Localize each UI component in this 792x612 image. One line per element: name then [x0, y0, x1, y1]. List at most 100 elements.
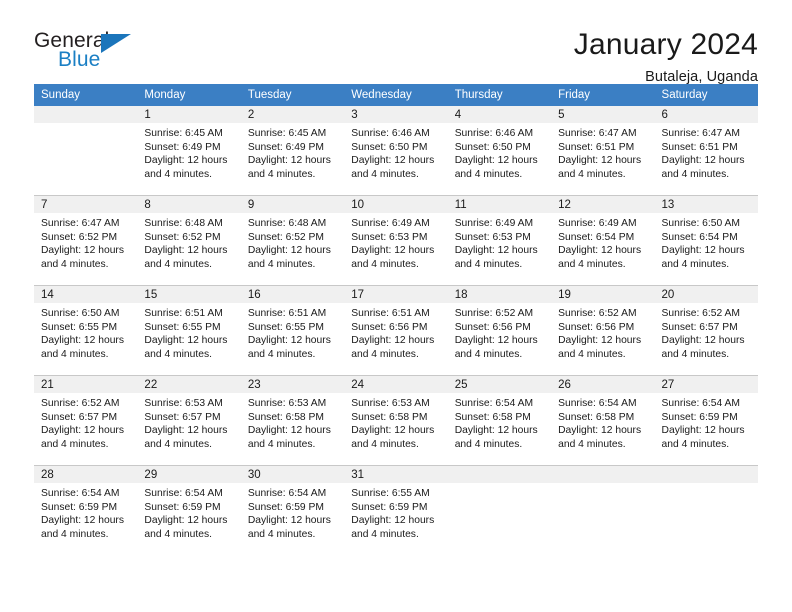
- sunrise-time: Sunrise: 6:55 AM: [351, 488, 430, 499]
- sunset-time: Sunset: 6:49 PM: [247, 141, 324, 153]
- calendar-day-cell[interactable]: 19 Sunrise: 6:52 AM Sunset: 6:56 PM Dayligh…: [551, 285, 655, 376]
- daylight-duration-line1: Daylight: 12 hours: [454, 155, 538, 167]
- calendar-day-cell[interactable]: 4 Sunrise: 6:46 AM Sunset: 6:50 PM Daylight…: [447, 106, 552, 196]
- calendar-day-cell[interactable]: 23 Sunrise: 6:53 AM Sunset: 6:58 PM Dayligh…: [240, 375, 345, 466]
- day-number: 28: [34, 466, 138, 483]
- calendar-day-cell[interactable]: 12 Sunrise: 6:49 AM Sunset: 6:54 PM Dayligh…: [551, 195, 655, 286]
- sunrise-time: Sunrise: 6:49 AM: [351, 218, 430, 229]
- calendar-day-cell[interactable]: 2 Sunrise: 6:45 AM Sunset: 6:49 PM Daylight…: [240, 106, 345, 196]
- day-details: Sunrise: 6:54 AM Sunset: 6:58 PM Daylight:…: [551, 393, 654, 451]
- calendar-day-cell[interactable]: 29 Sunrise: 6:54 AM Sunset: 6:59 PM Dayligh…: [137, 465, 241, 555]
- daylight-duration-line1: Daylight: 12 hours: [247, 335, 331, 347]
- calendar-day-cell[interactable]: 13 Sunrise: 6:50 AM Sunset: 6:54 PM Dayligh…: [654, 195, 758, 286]
- calendar-day-cell[interactable]: 25 Sunrise: 6:54 AM Sunset: 6:58 PM Dayligh…: [447, 375, 552, 466]
- day-details: Sunrise: 6:49 AM Sunset: 6:53 PM Daylight:…: [344, 213, 447, 271]
- daylight-duration-line2: and 4 minutes.: [41, 438, 109, 450]
- day-cell-inner: 11 Sunrise: 6:49 AM Sunset: 6:53 PM Dayligh…: [447, 196, 552, 285]
- daylight-duration-line1: Daylight: 12 hours: [144, 335, 228, 347]
- day-number: [654, 466, 758, 483]
- sunrise-time: Sunrise: 6:54 AM: [41, 488, 120, 499]
- calendar-day-cell[interactable]: 30 Sunrise: 6:54 AM Sunset: 6:59 PM Dayligh…: [240, 465, 345, 555]
- page-subtitle-location: Butaleja, Uganda: [645, 68, 758, 85]
- calendar-day-cell[interactable]: 11 Sunrise: 6:49 AM Sunset: 6:53 PM Dayligh…: [447, 195, 552, 286]
- sunrise-time: Sunrise: 6:54 AM: [661, 398, 740, 409]
- day-cell-inner: [551, 466, 655, 555]
- day-number: 4: [447, 106, 552, 123]
- calendar-day-cell[interactable]: 21 Sunrise: 6:52 AM Sunset: 6:57 PM Dayligh…: [34, 375, 138, 466]
- calendar-day-cell[interactable]: 22 Sunrise: 6:53 AM Sunset: 6:57 PM Dayligh…: [137, 375, 241, 466]
- day-number: 11: [447, 196, 552, 213]
- day-number: 13: [654, 196, 758, 213]
- calendar-day-cell[interactable]: 16 Sunrise: 6:51 AM Sunset: 6:55 PM Dayligh…: [240, 285, 345, 376]
- calendar-day-cell[interactable]: 1 Sunrise: 6:45 AM Sunset: 6:49 PM Daylight…: [137, 106, 241, 196]
- daylight-duration-line2: and 4 minutes.: [351, 168, 419, 180]
- day-number: 5: [551, 106, 655, 123]
- calendar-day-cell-empty: [34, 106, 138, 196]
- daylight-duration-line2: and 4 minutes.: [661, 438, 730, 450]
- calendar-day-cell[interactable]: 18 Sunrise: 6:52 AM Sunset: 6:56 PM Dayligh…: [447, 285, 552, 376]
- daylight-duration-line1: Daylight: 12 hours: [661, 335, 745, 347]
- calendar-day-cell[interactable]: 9 Sunrise: 6:48 AM Sunset: 6:52 PM Daylight…: [240, 195, 345, 286]
- page-title: January 2024: [573, 28, 758, 61]
- sunrise-time: Sunrise: 6:53 AM: [144, 398, 223, 409]
- calendar-day-cell[interactable]: 5 Sunrise: 6:47 AM Sunset: 6:51 PM Daylight…: [551, 106, 655, 196]
- day-number: 3: [344, 106, 448, 123]
- daylight-duration-line2: and 4 minutes.: [558, 348, 626, 360]
- day-cell-inner: 10 Sunrise: 6:49 AM Sunset: 6:53 PM Dayligh…: [344, 196, 448, 285]
- daylight-duration-line1: Daylight: 12 hours: [661, 425, 745, 437]
- calendar-week-row: 21 Sunrise: 6:52 AM Sunset: 6:57 PM Dayligh…: [34, 375, 758, 466]
- daylight-duration-line2: and 4 minutes.: [41, 348, 109, 360]
- day-number: 15: [137, 286, 241, 303]
- calendar-day-cell[interactable]: 7 Sunrise: 6:47 AM Sunset: 6:52 PM Daylight…: [34, 195, 138, 286]
- calendar-day-cell[interactable]: 17 Sunrise: 6:51 AM Sunset: 6:56 PM Dayligh…: [344, 285, 448, 376]
- day-number: 30: [240, 466, 345, 483]
- day-cell-inner: 2 Sunrise: 6:45 AM Sunset: 6:49 PM Daylight…: [240, 106, 345, 195]
- calendar-day-cell[interactable]: 15 Sunrise: 6:51 AM Sunset: 6:55 PM Dayligh…: [137, 285, 241, 376]
- calendar-day-cell[interactable]: 31 Sunrise: 6:55 AM Sunset: 6:59 PM Dayligh…: [344, 465, 448, 555]
- sunrise-time: Sunrise: 6:53 AM: [247, 398, 327, 409]
- daylight-duration-line1: Daylight: 12 hours: [661, 245, 745, 257]
- calendar-day-cell[interactable]: 10 Sunrise: 6:49 AM Sunset: 6:53 PM Dayligh…: [344, 195, 448, 286]
- day-number: 23: [240, 376, 345, 393]
- sunrise-time: Sunrise: 6:52 AM: [41, 398, 120, 409]
- sunset-time: Sunset: 6:59 PM: [661, 411, 738, 423]
- daylight-duration-line2: and 4 minutes.: [558, 258, 626, 270]
- day-number: [551, 466, 655, 483]
- sunrise-time: Sunrise: 6:52 AM: [454, 308, 534, 319]
- sunset-time: Sunset: 6:59 PM: [351, 501, 428, 513]
- calendar-day-cell[interactable]: 24 Sunrise: 6:53 AM Sunset: 6:58 PM Dayligh…: [344, 375, 448, 466]
- day-details: Sunrise: 6:53 AM Sunset: 6:57 PM Daylight:…: [137, 393, 240, 451]
- day-number: 20: [654, 286, 758, 303]
- day-cell-inner: 5 Sunrise: 6:47 AM Sunset: 6:51 PM Daylight…: [551, 106, 655, 195]
- calendar-day-cell[interactable]: 28 Sunrise: 6:54 AM Sunset: 6:59 PM Dayligh…: [34, 465, 138, 555]
- daylight-duration-line1: Daylight: 12 hours: [558, 335, 642, 347]
- daylight-duration-line1: Daylight: 12 hours: [41, 515, 124, 527]
- daylight-duration-line1: Daylight: 12 hours: [247, 425, 331, 437]
- daylight-duration-line2: and 4 minutes.: [247, 168, 316, 180]
- sunset-time: Sunset: 6:50 PM: [351, 141, 428, 153]
- calendar-day-cell[interactable]: 14 Sunrise: 6:50 AM Sunset: 6:55 PM Dayligh…: [34, 285, 138, 376]
- day-number: 22: [137, 376, 241, 393]
- calendar-day-cell[interactable]: 6 Sunrise: 6:47 AM Sunset: 6:51 PM Daylight…: [654, 106, 758, 196]
- daylight-duration-line2: and 4 minutes.: [41, 258, 109, 270]
- sunrise-time: Sunrise: 6:54 AM: [454, 398, 534, 409]
- sunset-time: Sunset: 6:54 PM: [661, 231, 738, 243]
- day-cell-inner: 23 Sunrise: 6:53 AM Sunset: 6:58 PM Dayligh…: [240, 376, 345, 465]
- day-number: 6: [654, 106, 758, 123]
- day-cell-inner: 13 Sunrise: 6:50 AM Sunset: 6:54 PM Dayligh…: [654, 196, 758, 285]
- day-cell-inner: 30 Sunrise: 6:54 AM Sunset: 6:59 PM Dayligh…: [240, 466, 345, 555]
- day-cell-inner: 25 Sunrise: 6:54 AM Sunset: 6:58 PM Dayligh…: [447, 376, 552, 465]
- day-cell-inner: 22 Sunrise: 6:53 AM Sunset: 6:57 PM Dayligh…: [137, 376, 241, 465]
- day-details: Sunrise: 6:47 AM Sunset: 6:51 PM Daylight:…: [551, 123, 654, 181]
- calendar-day-cell[interactable]: 8 Sunrise: 6:48 AM Sunset: 6:52 PM Daylight…: [137, 195, 241, 286]
- calendar-day-cell[interactable]: 26 Sunrise: 6:54 AM Sunset: 6:58 PM Dayligh…: [551, 375, 655, 466]
- day-details: Sunrise: 6:48 AM Sunset: 6:52 PM Daylight:…: [241, 213, 344, 271]
- daylight-duration-line2: and 4 minutes.: [351, 438, 419, 450]
- general-blue-logo[interactable]: General Blue: [34, 28, 146, 76]
- sunrise-time: Sunrise: 6:51 AM: [144, 308, 223, 319]
- daylight-duration-line1: Daylight: 12 hours: [144, 245, 228, 257]
- calendar-day-cell[interactable]: 3 Sunrise: 6:46 AM Sunset: 6:50 PM Daylight…: [344, 106, 448, 196]
- calendar-day-cell[interactable]: 27 Sunrise: 6:54 AM Sunset: 6:59 PM Dayligh…: [654, 375, 758, 466]
- daylight-duration-line2: and 4 minutes.: [41, 528, 109, 540]
- calendar-day-cell[interactable]: 20 Sunrise: 6:52 AM Sunset: 6:57 PM Dayligh…: [654, 285, 758, 376]
